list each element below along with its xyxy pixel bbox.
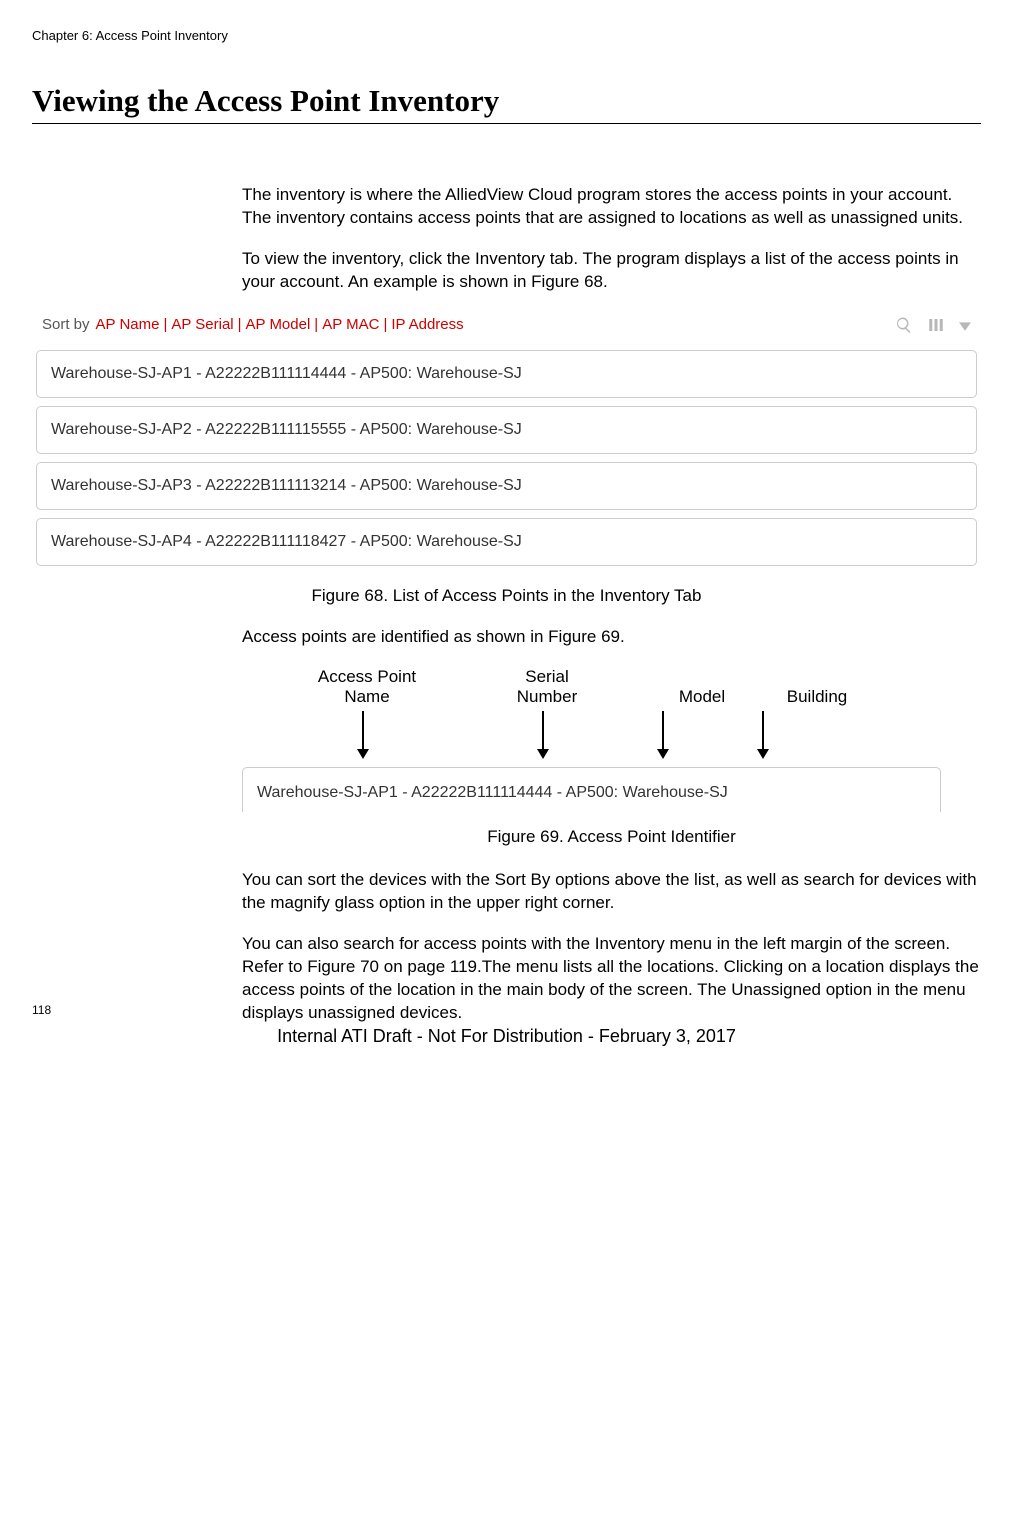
chapter-header: Chapter 6: Access Point Inventory	[32, 28, 981, 43]
dropdown-icon[interactable]	[959, 319, 971, 331]
annot-label-building: Building	[762, 667, 872, 708]
arrow-icon	[362, 711, 364, 757]
paragraph-menu-info: You can also search for access points wi…	[242, 933, 981, 1025]
search-icon[interactable]	[895, 316, 913, 334]
sort-option-ip-address[interactable]: IP Address	[391, 316, 463, 333]
columns-icon[interactable]	[927, 316, 945, 334]
list-item[interactable]: Warehouse-SJ-AP2 - A22222B111115555 - AP…	[36, 406, 977, 454]
inventory-screenshot: Sort by AP Name | AP Serial | AP Model |…	[32, 312, 981, 566]
list-item[interactable]: Warehouse-SJ-AP3 - A22222B111113214 - AP…	[36, 462, 977, 510]
figure-69-caption: Figure 69. Access Point Identifier	[242, 826, 981, 849]
sort-separator: |	[238, 316, 242, 333]
list-item[interactable]: Warehouse-SJ-AP4 - A22222B111118427 - AP…	[36, 518, 977, 566]
page-number: 118	[32, 1003, 51, 1017]
annot-label-model: Model	[642, 667, 762, 708]
sort-options: Sort by AP Name | AP Serial | AP Model |…	[42, 316, 464, 333]
identifier-example-row: Warehouse-SJ-AP1 - A22222B111114444 - AP…	[242, 767, 941, 812]
annot-label-serial: SerialNumber	[452, 667, 642, 708]
sort-option-ap-name[interactable]: AP Name	[96, 316, 160, 333]
sort-by-label: Sort by	[42, 316, 90, 333]
sort-option-ap-mac[interactable]: AP MAC	[322, 316, 379, 333]
sort-option-ap-serial[interactable]: AP Serial	[171, 316, 233, 333]
arrow-icon	[662, 711, 664, 757]
sort-separator: |	[314, 316, 318, 333]
paragraph-view-instructions: To view the inventory, click the Invento…	[242, 248, 981, 294]
arrow-icon	[542, 711, 544, 757]
sort-separator: |	[163, 316, 167, 333]
identifier-annotation: Access PointName SerialNumber Model Buil…	[242, 667, 981, 812]
arrow-icon	[762, 711, 764, 757]
paragraph-intro: The inventory is where the AlliedView Cl…	[242, 184, 981, 230]
paragraph-identifier-intro: Access points are identified as shown in…	[242, 626, 981, 649]
sort-bar: Sort by AP Name | AP Serial | AP Model |…	[32, 312, 981, 342]
sort-separator: |	[383, 316, 387, 333]
annot-label-name: Access PointName	[282, 667, 452, 708]
section-title: Viewing the Access Point Inventory	[32, 83, 981, 124]
figure-68-caption: Figure 68. List of Access Points in the …	[32, 586, 981, 606]
paragraph-sort-info: You can sort the devices with the Sort B…	[242, 869, 981, 915]
list-item[interactable]: Warehouse-SJ-AP1 - A22222B111114444 - AP…	[36, 350, 977, 398]
footer-draft-notice: Internal ATI Draft - Not For Distributio…	[0, 1026, 1013, 1047]
sort-option-ap-model[interactable]: AP Model	[246, 316, 311, 333]
